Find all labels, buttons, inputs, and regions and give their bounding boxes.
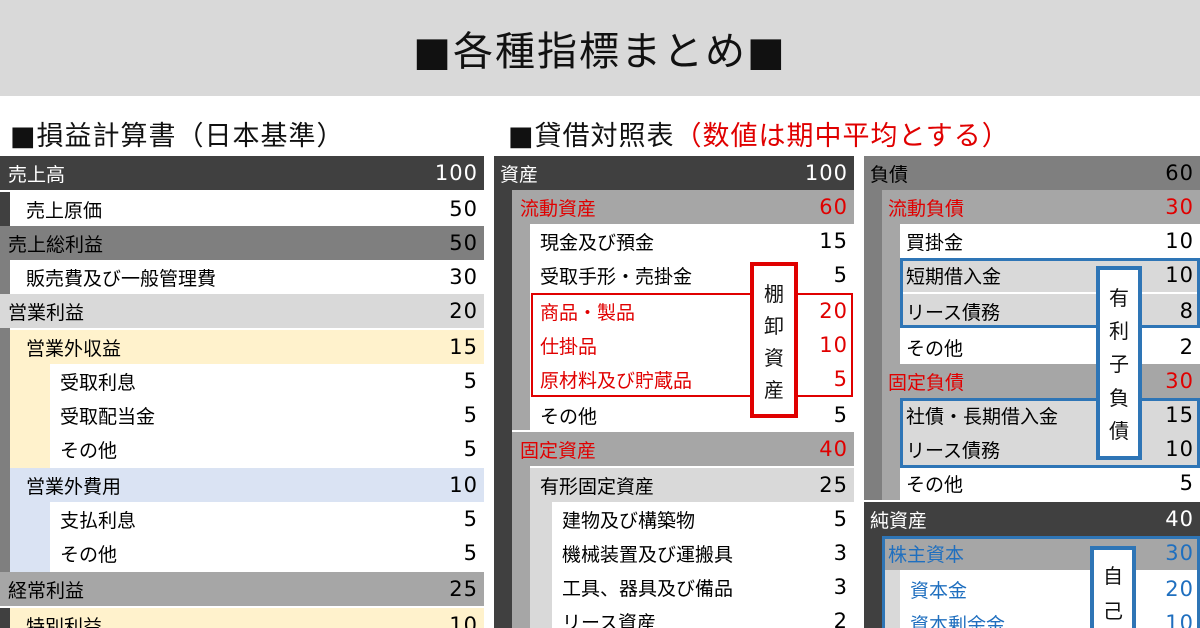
table-row: 流動資産 60 <box>512 190 854 224</box>
table-row: 受取利息 5 <box>50 364 484 398</box>
table-row: 売上総利益 50 <box>0 226 484 260</box>
equity-label-box: 自 己 <box>1090 546 1136 628</box>
indent-bar <box>530 502 552 628</box>
table-row: 純資産 40 <box>864 502 1200 536</box>
table-row: 資産 100 <box>494 156 854 190</box>
table-row: 受取配当金 5 <box>50 398 484 432</box>
indent-bar <box>0 608 10 628</box>
debt-outline <box>900 398 1200 468</box>
indent-bar <box>882 398 900 500</box>
table-row: 営業外収益 15 <box>10 330 484 364</box>
table-row: 営業外費用 10 <box>10 468 484 502</box>
table-row: その他 5 <box>530 398 854 432</box>
table-row: その他 5 <box>50 536 484 570</box>
indent-bar <box>864 536 882 628</box>
table-row: 営業利益 20 <box>0 294 484 328</box>
indent-bar <box>512 466 530 628</box>
table-row: その他 5 <box>50 432 484 466</box>
page-title: ■各種指標まとめ■ <box>0 0 1200 96</box>
table-row: 経常利益 25 <box>0 572 484 606</box>
indent-bar <box>494 190 512 628</box>
table-row: 負債 60 <box>864 156 1200 190</box>
inventory-label-box: 棚 卸 資 産 <box>750 262 798 418</box>
table-row: 売上高 100 <box>0 156 484 190</box>
table-row: 現金及び預金 15 <box>530 224 854 258</box>
balance-sheet-heading: ■貸借対照表（数値は期中平均とする） <box>508 121 1010 152</box>
indent-bar <box>864 190 882 500</box>
debt-outline <box>900 258 1200 328</box>
equity-outline <box>882 536 1200 628</box>
indent-bar <box>10 364 50 468</box>
inventory-outline <box>531 293 853 397</box>
indent-bar <box>0 328 10 572</box>
table-row: 特別利益 10 <box>10 608 484 628</box>
table-row: その他 2 <box>900 330 1200 364</box>
table-row: 固定資産 40 <box>512 432 854 466</box>
table-row: 買掛金 10 <box>900 224 1200 258</box>
table-row: 売上原価 50 <box>10 192 484 226</box>
table-row: 受取手形・売掛金 5 <box>530 258 854 292</box>
interest-bearing-debt-label-box: 有 利 子 負 債 <box>1096 266 1142 460</box>
indent-bar <box>0 192 10 226</box>
table-row: 流動負債 30 <box>882 190 1200 224</box>
table-row: 建物及び構築物 5 <box>552 502 854 536</box>
income-statement-heading: ■損益計算書（日本基準） <box>10 121 345 152</box>
table-row: 固定負債 30 <box>882 364 1200 398</box>
indent-bar <box>882 224 900 364</box>
table-row: 支払利息 5 <box>50 502 484 536</box>
table-row: 販売費及び一般管理費 30 <box>10 260 484 294</box>
indent-bar <box>512 224 530 430</box>
table-row: リース資産 2 <box>552 604 854 628</box>
indent-bar <box>0 260 10 294</box>
table-row: その他 5 <box>900 466 1200 500</box>
table-row: 有形固定資産 25 <box>530 468 854 502</box>
indent-bar <box>10 502 50 572</box>
table-row: 機械装置及び運搬具 3 <box>552 536 854 570</box>
table-row: 工具、器具及び備品 3 <box>552 570 854 604</box>
